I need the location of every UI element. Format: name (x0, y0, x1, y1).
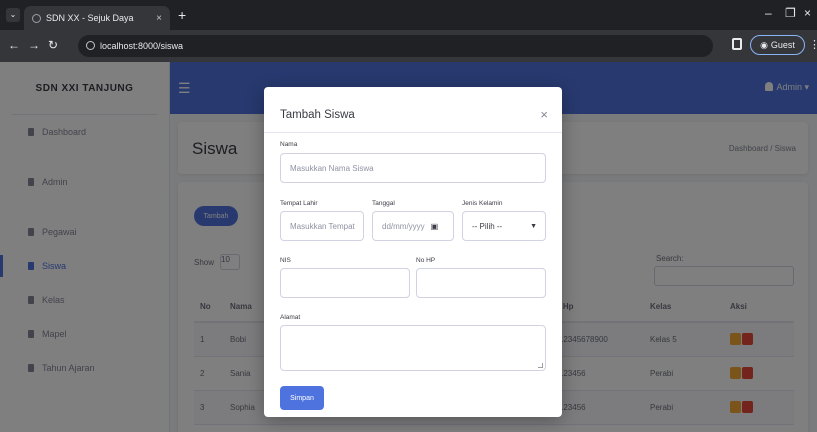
add-student-modal: Tambah Siswa × Nama Masukkan Nama Siswa … (264, 87, 562, 417)
tanggal-label: Tanggal (372, 200, 395, 207)
maximize-button[interactable]: ❐ (785, 6, 796, 20)
tempat-lahir-label: Tempat Lahir (280, 200, 318, 207)
reload-icon[interactable]: ↻ (48, 38, 58, 52)
reader-mode-icon[interactable] (732, 38, 742, 50)
jenis-kelamin-select[interactable]: -- Pilih -- ▼ (462, 211, 546, 241)
address-bar[interactable]: localhost:8000/siswa (78, 35, 713, 57)
profile-icon: ◉ (760, 39, 768, 50)
back-arrow-icon[interactable]: ← (8, 38, 20, 52)
tanggal-input[interactable]: dd/mm/yyyy ▣ (372, 211, 454, 241)
no-hp-input[interactable] (416, 268, 546, 298)
new-tab-button[interactable]: + (178, 7, 186, 23)
alamat-textarea[interactable] (280, 325, 546, 371)
tab-search-icon[interactable]: ⌄ (6, 8, 20, 22)
modal-divider (264, 132, 562, 133)
chevron-down-icon: ▼ (530, 222, 537, 230)
url-text: localhost:8000/siswa (100, 41, 184, 51)
nama-label: Nama (280, 141, 298, 148)
close-icon[interactable]: × (540, 107, 548, 122)
calendar-icon[interactable]: ▣ (431, 222, 439, 231)
tab-close-icon[interactable]: × (156, 13, 162, 24)
browser-menu-icon[interactable]: ⋮ (809, 38, 817, 51)
browser-toolbar: ← → ↻ localhost:8000/siswa (0, 30, 817, 62)
save-button[interactable]: Simpan (280, 386, 324, 410)
tempat-lahir-input[interactable]: Masukkan Tempat (280, 211, 364, 241)
no-hp-label: No HP (416, 257, 436, 264)
nis-input[interactable] (280, 268, 410, 298)
forward-arrow-icon[interactable]: → (28, 38, 40, 52)
tanggal-placeholder: dd/mm/yyyy (382, 221, 425, 231)
jenis-kelamin-value: -- Pilih -- (472, 221, 503, 231)
tab-title: SDN XX - Sejuk Daya (46, 13, 134, 23)
modal-title: Tambah Siswa (280, 109, 355, 121)
globe-icon (32, 13, 41, 23)
jenis-kelamin-label: Jenis Kelamin (462, 200, 503, 207)
minimize-button[interactable]: – (765, 6, 772, 20)
resize-handle-icon[interactable] (538, 363, 543, 368)
alamat-label: Alamat (280, 314, 301, 321)
window-close-button[interactable]: × (804, 6, 811, 20)
browser-tab[interactable]: SDN XX - Sejuk Daya × (24, 6, 170, 30)
profile-label: Guest (770, 40, 795, 50)
nis-label: NIS (280, 257, 291, 264)
nama-input[interactable]: Masukkan Nama Siswa (280, 153, 546, 183)
browser-tabbar: ⌄ SDN XX - Sejuk Daya × + – ❐ × (0, 0, 817, 30)
site-info-icon[interactable] (86, 41, 95, 50)
profile-button[interactable]: ◉ Guest (750, 35, 805, 55)
